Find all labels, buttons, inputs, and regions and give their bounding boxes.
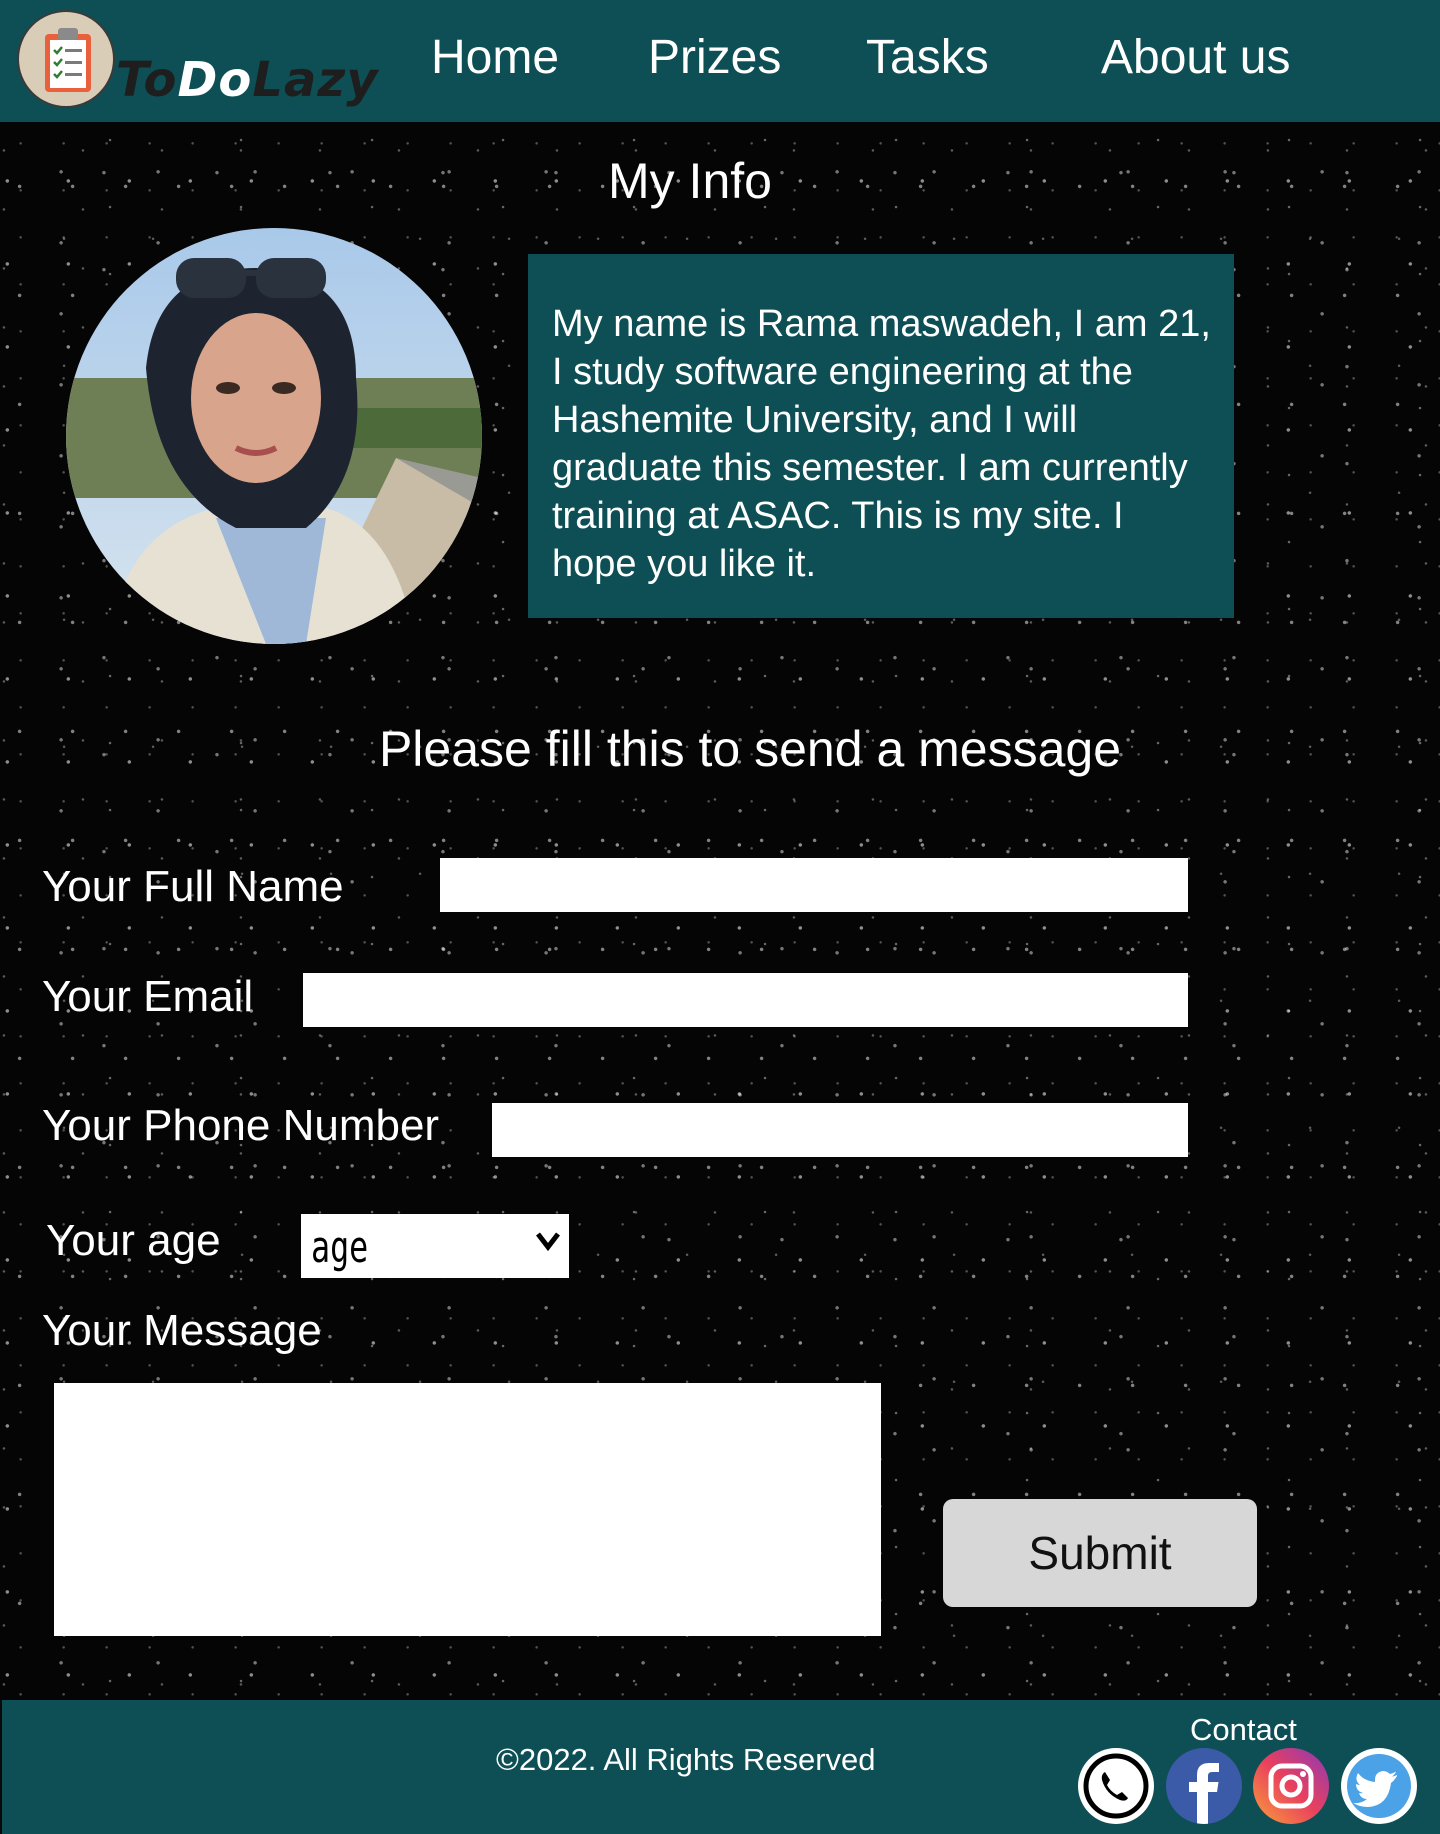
phone-input[interactable] bbox=[492, 1103, 1188, 1157]
full-name-label: Your Full Name bbox=[42, 862, 344, 911]
brand-part-do: Do bbox=[177, 52, 253, 108]
age-select-value: age bbox=[311, 1222, 369, 1273]
age-label: Your age bbox=[46, 1216, 221, 1265]
site-footer: ©2022. All Rights Reserved Contact bbox=[0, 1700, 1440, 1834]
message-textarea[interactable] bbox=[54, 1383, 881, 1636]
phone-icon[interactable] bbox=[1078, 1748, 1154, 1824]
logo-icon[interactable] bbox=[17, 10, 115, 108]
brand-name[interactable]: ToDoLazy bbox=[116, 52, 379, 108]
site-header: ToDoLazy Home Prizes Tasks About us bbox=[0, 0, 1440, 122]
full-name-input[interactable] bbox=[440, 858, 1188, 912]
email-label: Your Email bbox=[42, 972, 254, 1021]
copyright-text: ©2022. All Rights Reserved bbox=[496, 1742, 876, 1777]
nav-home[interactable]: Home bbox=[431, 30, 559, 85]
bio-text: My name is Rama maswadeh, I am 21, I stu… bbox=[552, 303, 1211, 585]
twitter-icon[interactable] bbox=[1341, 1748, 1417, 1824]
nav-about-us[interactable]: About us bbox=[1101, 30, 1290, 85]
submit-button[interactable]: Submit bbox=[943, 1499, 1257, 1607]
facebook-icon[interactable] bbox=[1166, 1748, 1242, 1824]
email-input[interactable] bbox=[303, 973, 1188, 1027]
profile-photo bbox=[66, 228, 482, 644]
message-label: Your Message bbox=[42, 1306, 322, 1355]
brand-part-lazy: Lazy bbox=[252, 52, 379, 108]
nav-prizes[interactable]: Prizes bbox=[648, 30, 781, 85]
age-select[interactable]: age bbox=[301, 1214, 569, 1278]
contact-label: Contact bbox=[1190, 1712, 1297, 1747]
chevron-down-icon bbox=[536, 1232, 560, 1252]
phone-label: Your Phone Number bbox=[42, 1101, 440, 1150]
bio-box: My name is Rama maswadeh, I am 21, I stu… bbox=[528, 254, 1234, 618]
my-info-title: My Info bbox=[608, 153, 772, 209]
nav-tasks[interactable]: Tasks bbox=[866, 30, 989, 85]
form-heading: Please fill this to send a message bbox=[378, 721, 1122, 777]
brand-part-to: To bbox=[116, 52, 178, 108]
instagram-icon[interactable] bbox=[1253, 1748, 1329, 1824]
